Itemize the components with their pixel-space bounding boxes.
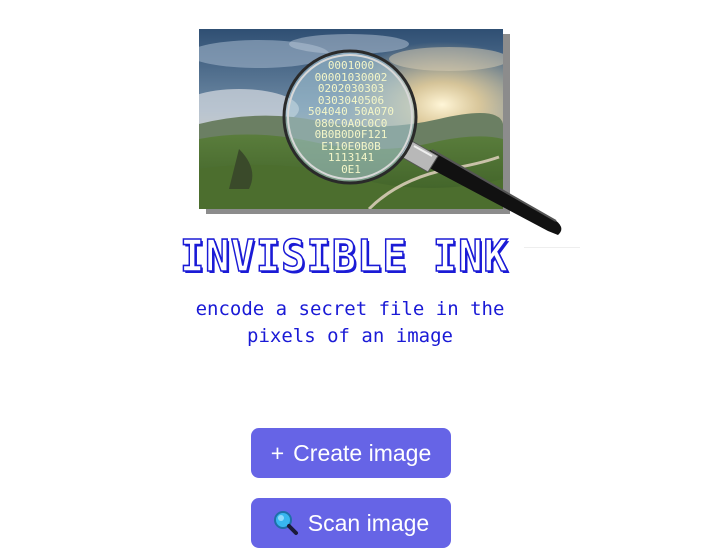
create-image-label: Create image <box>293 439 432 466</box>
hex-line: 0B0B0D0F121 <box>314 128 388 141</box>
lens-hex-digits: 0001000 00001030002 0202030303 030304050… <box>288 60 414 178</box>
hex-line: 1113141 <box>327 151 375 164</box>
app-subtitle: encode a secret file in the pixels of an… <box>150 296 550 350</box>
scan-image-button[interactable]: Scan image <box>251 498 451 548</box>
magnifying-glass-icon <box>273 510 299 536</box>
plus-icon: + <box>270 439 285 466</box>
page: 0001000 00001030002 0202030303 030304050… <box>0 0 708 559</box>
app-title: INVISIBLE INK <box>179 231 509 283</box>
hex-line: 504040 50A070 <box>307 105 395 118</box>
subtitle-line: pixels of an image <box>247 325 453 347</box>
hex-line: 0001000 <box>327 60 375 72</box>
hex-line: 0E1 <box>341 162 361 176</box>
subtitle-line: encode a secret file in the <box>195 298 505 320</box>
create-image-button[interactable]: + Create image <box>251 428 451 478</box>
hex-line: 0202030303 <box>317 82 385 95</box>
scan-image-label: Scan image <box>307 509 430 536</box>
title-divider <box>524 247 580 248</box>
